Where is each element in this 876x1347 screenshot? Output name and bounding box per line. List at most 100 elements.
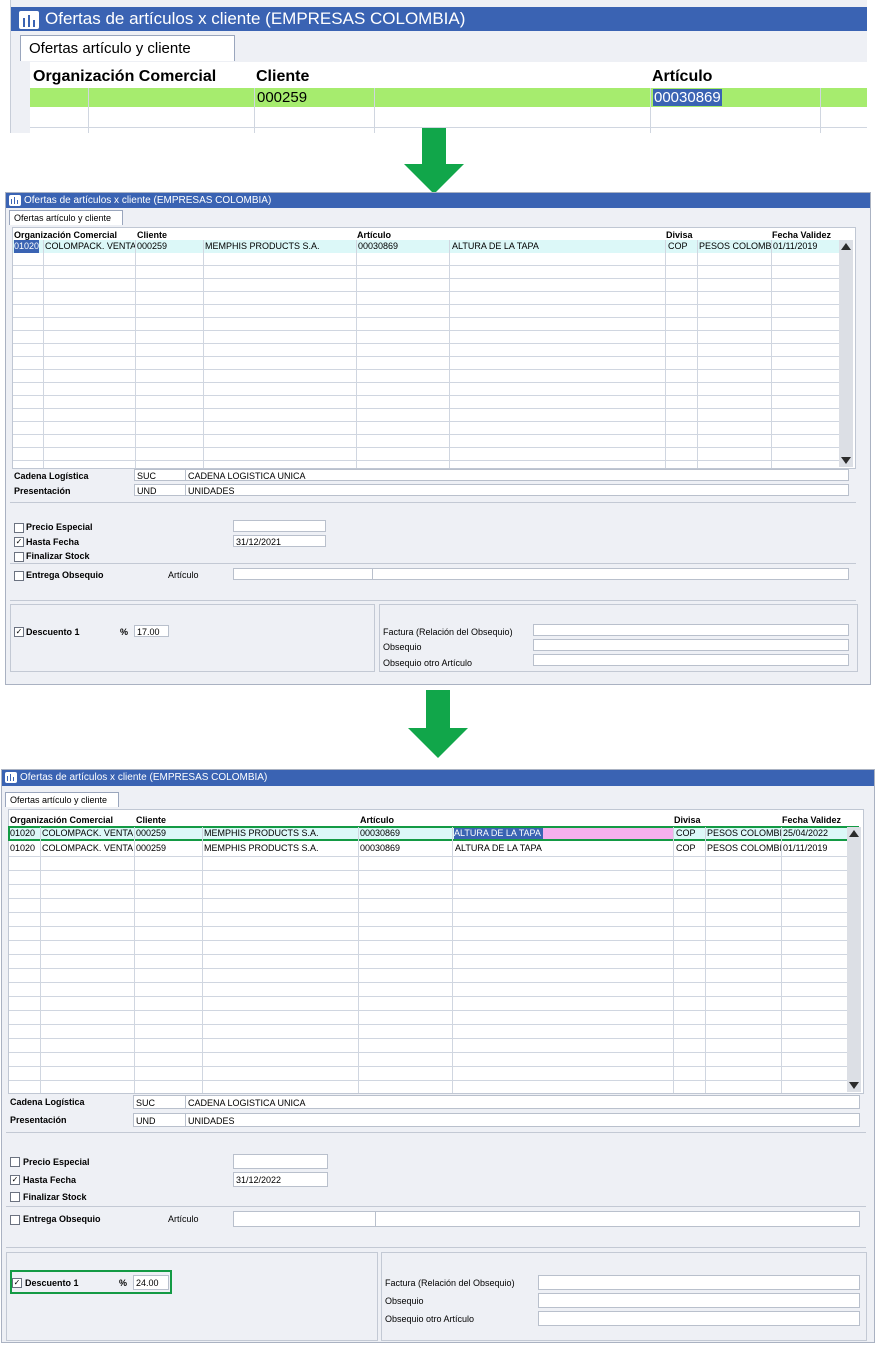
cell-articulo[interactable]: 00030869 xyxy=(358,240,398,253)
descuento-label: Descuento 1 xyxy=(25,1278,79,1288)
column-header-cliente: Cliente xyxy=(136,815,167,825)
precio-especial-checkbox[interactable] xyxy=(14,523,24,533)
app-icon xyxy=(5,771,17,783)
cell-divisa[interactable]: COP xyxy=(676,842,696,855)
factura-label: Factura (Relación del Obsequio) xyxy=(385,1278,515,1288)
window-title-bar: Ofertas de artículos x cliente (EMPRESAS… xyxy=(2,770,874,786)
vertical-scrollbar[interactable] xyxy=(847,827,861,1092)
obsequio-otro-field[interactable] xyxy=(533,654,849,666)
obsequio-articulo-code-field[interactable] xyxy=(233,1211,376,1227)
hasta-fecha-label: Hasta Fecha xyxy=(23,1175,77,1185)
column-header-fecha: Fecha Validez xyxy=(782,815,842,825)
hasta-fecha-checkbox[interactable]: ✓ xyxy=(10,1175,20,1185)
obsequio-field[interactable] xyxy=(538,1293,860,1308)
cell-divisa[interactable]: COP xyxy=(668,240,688,253)
precio-especial-label: Precio Especial xyxy=(26,522,93,532)
descuento-checkbox[interactable]: ✓ xyxy=(14,627,24,637)
column-header-articulo: Artículo xyxy=(652,68,713,85)
app-icon xyxy=(19,10,39,29)
column-header-org: Organización Comercial xyxy=(33,68,217,85)
zoom-row-selected[interactable] xyxy=(30,88,867,107)
cell-cliente[interactable]: 000259 xyxy=(136,842,166,855)
cell-fecha[interactable]: 01/11/2019 xyxy=(783,842,827,855)
hasta-fecha-field[interactable]: 31/12/2021 xyxy=(233,535,326,547)
cadena-name-field[interactable]: CADENA LOGISTICA UNICA xyxy=(185,469,849,481)
column-header-articulo: Artículo xyxy=(360,815,395,825)
zoom-title-bar: Ofertas de artículos x cliente (EMPRESAS… xyxy=(11,7,867,31)
offers-grid: Organización Comercial Cliente Artículo … xyxy=(8,809,864,1094)
hasta-fecha-field[interactable]: 31/12/2022 xyxy=(233,1172,328,1187)
descuento-field[interactable]: 17.00 xyxy=(134,625,169,637)
obsequio-otro-field[interactable] xyxy=(538,1311,860,1326)
cadena-code-field[interactable]: SUC xyxy=(134,469,186,481)
cell-articulo-desc[interactable]: ALTURA DE LA TAPA xyxy=(455,842,542,855)
table-row[interactable]: 01020 COLOMPACK. VENTA ( 000259 MEMPHIS … xyxy=(13,240,839,253)
cell-articulo[interactable]: 00030869 xyxy=(360,842,400,855)
descuento-group xyxy=(6,1252,378,1341)
tab-ofertas[interactable]: Ofertas artículo y cliente xyxy=(20,35,235,61)
cell-cliente-name[interactable]: MEMPHIS PRODUCTS S.A. xyxy=(205,240,320,253)
cell-org-code[interactable]: 01020 xyxy=(10,842,35,855)
hasta-fecha-checkbox[interactable]: ✓ xyxy=(14,537,24,547)
scroll-down-icon[interactable] xyxy=(849,1082,859,1089)
factura-field[interactable] xyxy=(533,624,849,636)
presentacion-name-field[interactable]: UNIDADES xyxy=(185,1113,860,1127)
descuento-group xyxy=(10,604,375,672)
percent-symbol: % xyxy=(119,1278,128,1288)
cadena-name-field[interactable]: CADENA LOGISTICA UNICA xyxy=(185,1095,860,1109)
cell-org-name[interactable]: COLOMPACK. VENTA ( xyxy=(42,842,134,855)
tab-ofertas[interactable]: Ofertas artículo y cliente xyxy=(9,210,123,225)
entrega-obsequio-checkbox[interactable] xyxy=(10,1215,20,1225)
cell-org-code[interactable]: 01020 xyxy=(14,240,40,253)
descuento-field[interactable]: 24.00 xyxy=(133,1275,169,1290)
entrega-obsequio-checkbox[interactable] xyxy=(14,571,24,581)
obsequio-label: Obsequio xyxy=(383,642,422,652)
descuento-checkbox[interactable]: ✓ xyxy=(12,1278,22,1288)
vertical-scrollbar[interactable] xyxy=(839,240,853,467)
cell-org-name[interactable]: COLOMPACK. VENTA ( xyxy=(45,240,135,253)
entrega-obsequio-label: Entrega Obsequio xyxy=(26,570,104,580)
cell-divisa-name[interactable]: PESOS COLOMBIA xyxy=(699,240,771,253)
cell-fecha[interactable]: 01/11/2019 xyxy=(773,240,817,253)
cadena-label: Cadena Logística xyxy=(14,471,89,481)
zoom-cell-articulo[interactable]: 00030869 xyxy=(653,89,722,106)
precio-especial-field[interactable] xyxy=(233,520,326,532)
column-header-divisa: Divisa xyxy=(674,815,701,825)
zoom-cell-cliente[interactable]: 000259 xyxy=(257,89,307,106)
finalizar-stock-checkbox[interactable] xyxy=(14,552,24,562)
factura-label: Factura (Relación del Obsequio) xyxy=(383,627,513,637)
precio-especial-field[interactable] xyxy=(233,1154,328,1169)
scroll-up-icon[interactable] xyxy=(841,243,851,250)
descuento-label: Descuento 1 xyxy=(26,627,80,637)
obsequio-otro-label: Obsequio otro Artículo xyxy=(385,1314,475,1324)
presentacion-code-field[interactable]: UND xyxy=(133,1113,186,1127)
column-header-fecha: Fecha Validez xyxy=(772,230,832,240)
factura-field[interactable] xyxy=(538,1275,860,1290)
cell-divisa-name[interactable]: PESOS COLOMBIA xyxy=(707,842,781,855)
presentacion-label: Presentación xyxy=(10,1115,67,1125)
window-title: Ofertas de artículos x cliente (EMPRESAS… xyxy=(20,772,268,783)
column-header-org: Organización Comercial xyxy=(14,230,118,240)
window-before: Ofertas de artículos x cliente (EMPRESAS… xyxy=(5,192,871,685)
cadena-code-field[interactable]: SUC xyxy=(133,1095,186,1109)
finalizar-stock-checkbox[interactable] xyxy=(10,1192,20,1202)
hasta-fecha-label: Hasta Fecha xyxy=(26,537,80,547)
cell-cliente-name[interactable]: MEMPHIS PRODUCTS S.A. xyxy=(204,842,319,855)
obsequio-articulo-desc-field[interactable] xyxy=(372,568,849,580)
arrow-down-icon xyxy=(404,128,464,194)
cell-cliente[interactable]: 000259 xyxy=(137,240,167,253)
obsequio-articulo-desc-field[interactable] xyxy=(375,1211,860,1227)
presentacion-code-field[interactable]: UND xyxy=(134,484,186,496)
scroll-up-icon[interactable] xyxy=(849,830,859,837)
scroll-down-icon[interactable] xyxy=(841,457,851,464)
zoom-grid: Organización Comercial Cliente Artículo … xyxy=(30,62,867,133)
column-header-cliente: Cliente xyxy=(256,68,310,85)
presentacion-name-field[interactable]: UNIDADES xyxy=(185,484,849,496)
obsequio-field[interactable] xyxy=(533,639,849,651)
finalizar-stock-label: Finalizar Stock xyxy=(26,551,90,561)
cell-articulo-desc[interactable]: ALTURA DE LA TAPA xyxy=(452,240,539,253)
tab-ofertas[interactable]: Ofertas artículo y cliente xyxy=(5,792,119,807)
cadena-label: Cadena Logística xyxy=(10,1097,85,1107)
obsequio-articulo-code-field[interactable] xyxy=(233,568,373,580)
precio-especial-checkbox[interactable] xyxy=(10,1157,20,1167)
